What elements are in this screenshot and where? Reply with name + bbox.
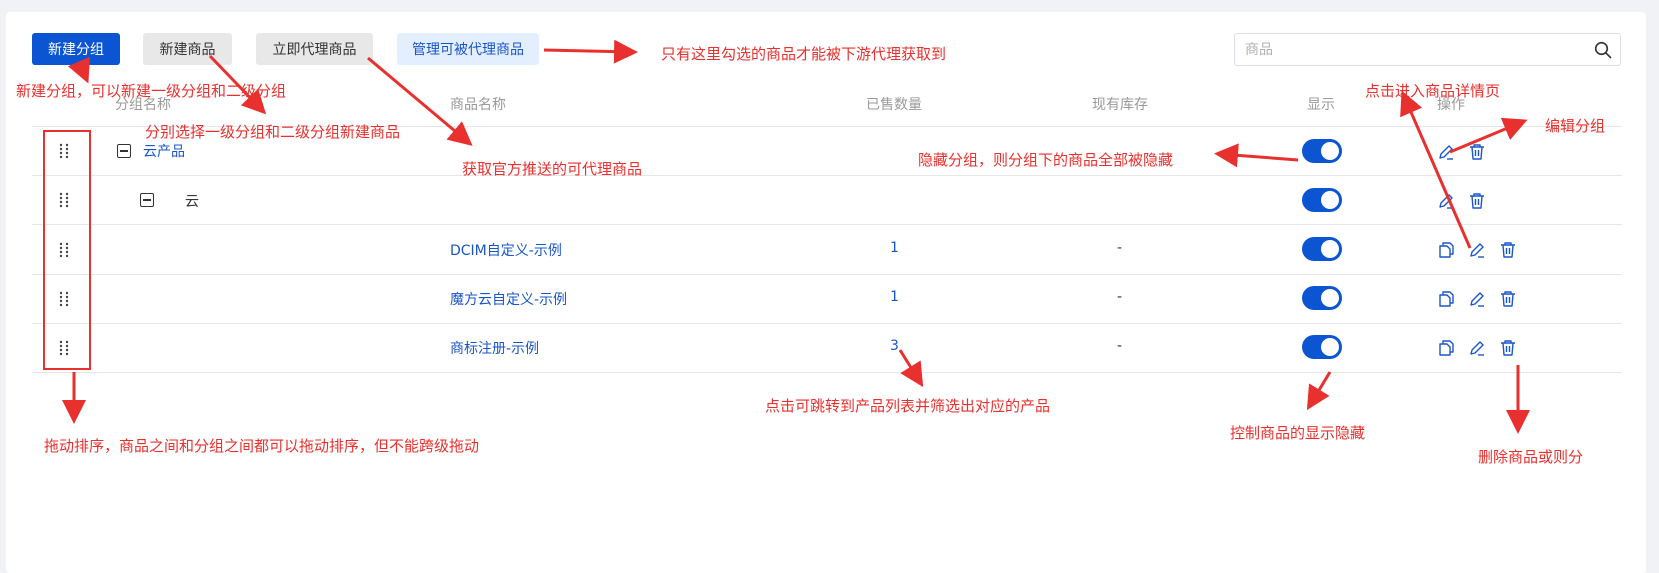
- product-name-link[interactable]: DCIM自定义-示例: [450, 240, 562, 260]
- annotation-new-group: 新建分组，可以新建一级分组和二级分组: [16, 82, 287, 100]
- stock-value: -: [1117, 289, 1123, 305]
- row-divider: [32, 175, 1622, 176]
- proxy-product-button[interactable]: 立即代理商品: [256, 33, 373, 65]
- search-box: [1234, 33, 1621, 66]
- display-toggle[interactable]: [1302, 335, 1342, 359]
- sold-count-link[interactable]: 1: [890, 289, 899, 305]
- collapse-icon[interactable]: [117, 144, 131, 158]
- annotation-drag-sort: 拖动排序，商品之间和分组之间都可以拖动排序，但不能跨级拖动: [44, 437, 480, 455]
- annotation-toggle: 控制商品的显示隐藏: [1230, 424, 1366, 442]
- stock-value: -: [1117, 240, 1123, 256]
- copy-icon[interactable]: [1437, 339, 1455, 357]
- row-divider: [32, 224, 1622, 225]
- display-toggle[interactable]: [1302, 188, 1342, 212]
- edit-icon[interactable]: [1437, 192, 1455, 210]
- delete-icon[interactable]: [1499, 339, 1517, 357]
- annotation-sold-link: 点击可跳转到产品列表并筛选出对应的产品: [765, 397, 1051, 415]
- delete-icon[interactable]: [1499, 241, 1517, 259]
- annotation-delete: 删除商品或则分: [1478, 448, 1584, 466]
- annotation-hide-group: 隐藏分组，则分组下的商品全部被隐藏: [918, 151, 1174, 169]
- delete-icon[interactable]: [1468, 192, 1486, 210]
- header-display: 显示: [1307, 97, 1335, 113]
- annotation-proxy-only: 只有这里勾选的商品才能被下游代理获取到: [661, 45, 947, 63]
- collapse-icon[interactable]: [140, 193, 154, 207]
- row-divider: [32, 274, 1622, 275]
- search-input[interactable]: [1245, 34, 1575, 65]
- header-product-name: 商品名称: [450, 97, 506, 113]
- display-toggle[interactable]: [1302, 237, 1342, 261]
- product-name-link[interactable]: 魔方云自定义-示例: [450, 289, 567, 309]
- copy-icon[interactable]: [1437, 290, 1455, 308]
- subgroup-name: 云: [185, 194, 199, 210]
- new-product-button[interactable]: 新建商品: [143, 33, 232, 65]
- group-name: 云产品: [143, 144, 185, 160]
- header-sold: 已售数量: [866, 97, 922, 113]
- delete-icon[interactable]: [1468, 143, 1486, 161]
- manage-proxy-button[interactable]: 管理可被代理商品: [397, 33, 539, 65]
- annotation-proxy-product: 获取官方推送的可代理商品: [462, 160, 643, 178]
- edit-icon[interactable]: [1468, 290, 1486, 308]
- row-divider: [32, 323, 1622, 324]
- product-name-link[interactable]: 商标注册-示例: [450, 338, 539, 358]
- annotation-new-product: 分别选择一级分组和二级分组新建商品: [145, 123, 401, 141]
- annotation-edit-group: 编辑分组: [1545, 117, 1606, 135]
- edit-icon[interactable]: [1437, 143, 1455, 161]
- sold-count-link[interactable]: 3: [890, 338, 899, 354]
- delete-icon[interactable]: [1499, 290, 1517, 308]
- copy-icon[interactable]: [1437, 241, 1455, 259]
- row-divider: [32, 372, 1622, 373]
- display-toggle[interactable]: [1302, 139, 1342, 163]
- new-group-button[interactable]: 新建分组: [32, 33, 120, 65]
- edit-icon[interactable]: [1468, 339, 1486, 357]
- edit-icon[interactable]: [1468, 241, 1486, 259]
- annotation-detail-page: 点击进入商品详情页: [1365, 82, 1501, 100]
- drag-highlight-box: [43, 130, 91, 370]
- stock-value: -: [1117, 338, 1123, 354]
- search-icon[interactable]: [1594, 41, 1612, 59]
- header-stock: 现有库存: [1092, 97, 1148, 113]
- display-toggle[interactable]: [1302, 286, 1342, 310]
- sold-count-link[interactable]: 1: [890, 240, 899, 256]
